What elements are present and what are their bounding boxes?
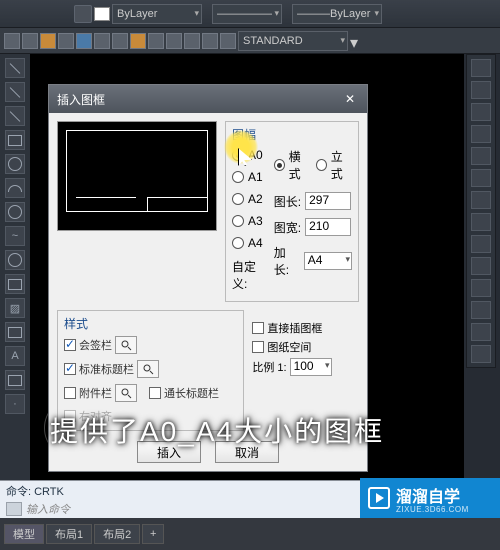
check-standard-title[interactable]: 标准标题栏 [64, 360, 159, 378]
modify-tool[interactable] [471, 235, 491, 253]
check-long-title[interactable]: 通长标题栏 [149, 384, 219, 402]
check-attachment[interactable]: 附件栏 [64, 384, 137, 402]
modify-tool[interactable] [471, 147, 491, 165]
props-icon[interactable] [74, 5, 92, 23]
polygon-tool[interactable] [5, 274, 25, 294]
tool-icon[interactable] [148, 33, 164, 49]
ratio-select[interactable]: 100 [290, 358, 332, 376]
modify-tool[interactable] [471, 345, 491, 363]
width-input[interactable]: 210 [305, 218, 351, 236]
color-swatch[interactable] [94, 7, 110, 21]
tool-icon[interactable] [58, 33, 74, 49]
right-toolbox [466, 54, 496, 368]
group-label: 图幅 [232, 126, 352, 143]
tool-icon[interactable] [4, 33, 20, 49]
tool-icon[interactable] [76, 33, 92, 49]
tab-model[interactable]: 模型 [4, 524, 44, 544]
watermark-badge: 溜溜自学 ZIXUE.3D66.COM [360, 478, 500, 518]
ratio-row: 比例 1:100 [252, 358, 359, 376]
watermark-text: 溜溜自学 [396, 483, 469, 507]
radio-a2[interactable]: A2 [232, 192, 268, 206]
modify-tool[interactable] [471, 169, 491, 187]
group-label: 样式 [64, 315, 237, 332]
radio-a3[interactable]: A3 [232, 214, 268, 228]
radio-a0[interactable]: A0 [232, 148, 268, 162]
region-tool[interactable] [5, 322, 25, 342]
modify-tool[interactable] [471, 191, 491, 209]
modify-tool[interactable] [471, 125, 491, 143]
lineweight-combo[interactable]: ————— [212, 4, 282, 24]
play-icon [368, 487, 390, 509]
xline-tool[interactable] [5, 106, 25, 126]
tool-icon[interactable] [40, 33, 56, 49]
label-custom: 自定义: [232, 258, 268, 292]
spline-tool[interactable]: ~ [5, 226, 25, 246]
check-paper-space[interactable]: 图纸空间 [252, 339, 359, 355]
left-toolbox: ~ ▨ A · [0, 54, 30, 480]
color-combo[interactable]: ByLayer [112, 4, 202, 24]
command-input[interactable]: 输入命令 [26, 501, 70, 517]
check-sign-column[interactable]: 会签栏 [64, 336, 137, 354]
close-icon[interactable]: ✕ [341, 90, 359, 108]
tab-layout2[interactable]: 布局2 [94, 524, 140, 544]
text-tool[interactable]: A [5, 346, 25, 366]
dialog-titlebar[interactable]: 插入图框 ✕ [49, 85, 367, 113]
ribbon: STANDARD ▾ [0, 28, 500, 54]
frame-preview [57, 121, 217, 231]
extend-label: 加长: [274, 244, 300, 278]
donut-tool[interactable] [5, 250, 25, 270]
tool-icon[interactable] [130, 33, 146, 49]
watermark-sub: ZIXUE.3D66.COM [396, 505, 469, 514]
modify-tool[interactable] [471, 323, 491, 341]
point-tool[interactable]: · [5, 394, 25, 414]
tool-icon[interactable] [94, 33, 110, 49]
width-label: 图宽: [274, 219, 301, 236]
rect-tool[interactable] [5, 130, 25, 150]
command-icon [6, 502, 22, 516]
tool-icon[interactable] [184, 33, 200, 49]
hatch-tool[interactable]: ▨ [5, 298, 25, 318]
text-style-combo[interactable]: STANDARD [238, 31, 348, 51]
browse-icon[interactable] [137, 360, 159, 378]
length-input[interactable]: 297 [305, 192, 351, 210]
radio-a1[interactable]: A1 [232, 170, 268, 184]
title-bar: ByLayer ————— ——— ByLayer [0, 0, 500, 28]
layout-tabs: 模型 布局1 布局2 + [0, 518, 500, 550]
modify-tool[interactable] [471, 213, 491, 231]
polyline-tool[interactable] [5, 82, 25, 102]
line-tool[interactable] [5, 58, 25, 78]
check-direct-insert[interactable]: 直接插图框 [252, 320, 359, 336]
radio-vertical[interactable]: 立式 [316, 148, 352, 182]
linetype-combo[interactable]: ——— ByLayer [292, 4, 382, 24]
extend-select[interactable]: A4 [304, 252, 352, 270]
frame-size-group: 图幅 A0 A1 A2 A3 A4 自定义: 横式 立式 [225, 121, 359, 302]
browse-icon[interactable] [115, 384, 137, 402]
tool-icon[interactable] [202, 33, 218, 49]
circle-tool[interactable] [5, 154, 25, 174]
radio-horizontal[interactable]: 横式 [274, 148, 310, 182]
modify-tool[interactable] [471, 301, 491, 319]
tool-icon[interactable] [112, 33, 128, 49]
arc-tool[interactable] [5, 178, 25, 198]
modify-tool[interactable] [471, 81, 491, 99]
length-label: 图长: [274, 193, 301, 210]
radio-a4[interactable]: A4 [232, 236, 268, 250]
tool-icon[interactable] [220, 33, 236, 49]
video-caption: 提供了A0_A4大小的图框 [50, 410, 384, 450]
modify-tool[interactable] [471, 103, 491, 121]
chevron-down-icon[interactable]: ▾ [350, 33, 366, 49]
dialog-title: 插入图框 [57, 91, 105, 108]
modify-tool[interactable] [471, 257, 491, 275]
tool-icon[interactable] [22, 33, 38, 49]
table-tool[interactable] [5, 370, 25, 390]
modify-tool[interactable] [471, 279, 491, 297]
tool-icon[interactable] [166, 33, 182, 49]
ellipse-tool[interactable] [5, 202, 25, 222]
browse-icon[interactable] [115, 336, 137, 354]
tab-layout1[interactable]: 布局1 [46, 524, 92, 544]
add-layout-button[interactable]: + [142, 524, 164, 544]
modify-tool[interactable] [471, 59, 491, 77]
